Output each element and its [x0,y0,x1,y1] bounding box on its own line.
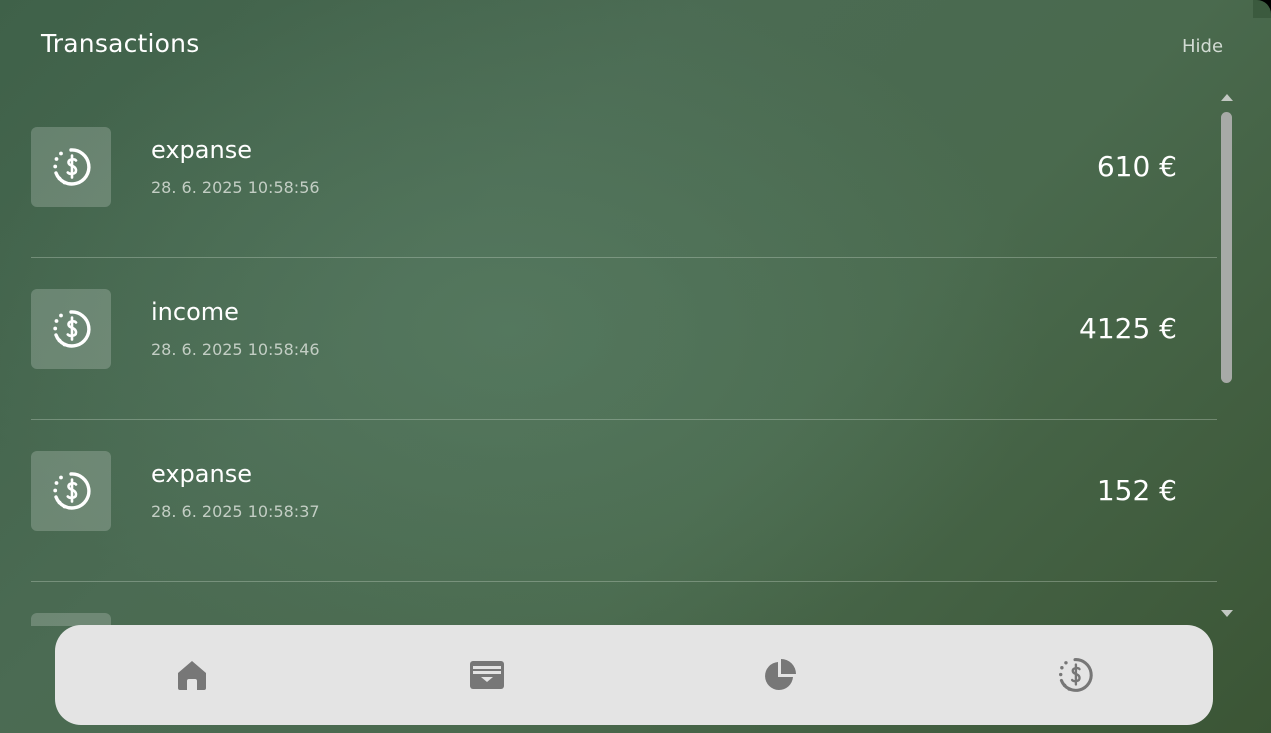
wallet-icon [470,661,504,689]
money-history-icon [53,310,91,348]
nav-transactions[interactable] [1055,655,1095,695]
hide-button[interactable]: Hide [1182,36,1223,57]
pie-chart-icon [765,659,796,690]
nav-stats[interactable] [760,655,800,695]
transaction-date: 28. 6. 2025 10:58:37 [151,502,320,521]
transaction-list: expanse 28. 6. 2025 10:58:56 610 € incom… [31,96,1217,626]
scroll-thumb[interactable] [1221,112,1232,383]
transaction-type: expanse [151,136,252,164]
nav-home[interactable] [172,655,212,695]
bottom-nav [55,625,1213,725]
money-history-icon [53,472,91,510]
transaction-type: income [151,298,239,326]
transaction-row-partial[interactable] [31,582,1217,626]
transaction-row[interactable]: income 28. 6. 2025 10:58:46 4125 € [31,258,1217,420]
nav-wallet[interactable] [467,655,507,695]
home-icon [178,661,206,690]
transaction-icon-box [31,289,111,369]
transaction-amount: 152 € [1096,474,1177,507]
transaction-date: 28. 6. 2025 10:58:56 [151,178,320,197]
transaction-type: expanse [151,460,252,488]
money-history-icon [53,148,91,186]
transaction-icon-box [31,127,111,207]
scroll-down-arrow[interactable] [1221,610,1233,617]
transaction-row[interactable]: expanse 28. 6. 2025 10:58:56 610 € [31,96,1217,258]
transaction-date: 28. 6. 2025 10:58:46 [151,340,320,359]
scroll-up-arrow[interactable] [1221,94,1233,101]
money-history-icon [1058,658,1093,692]
scrollbar[interactable] [1218,92,1236,622]
transaction-amount: 610 € [1096,150,1177,183]
window-corner [1253,0,1271,18]
transaction-amount: 4125 € [1079,312,1177,345]
page-title: Transactions [41,29,200,58]
transaction-icon-box [31,451,111,531]
transaction-row[interactable]: expanse 28. 6. 2025 10:58:37 152 € [31,420,1217,582]
